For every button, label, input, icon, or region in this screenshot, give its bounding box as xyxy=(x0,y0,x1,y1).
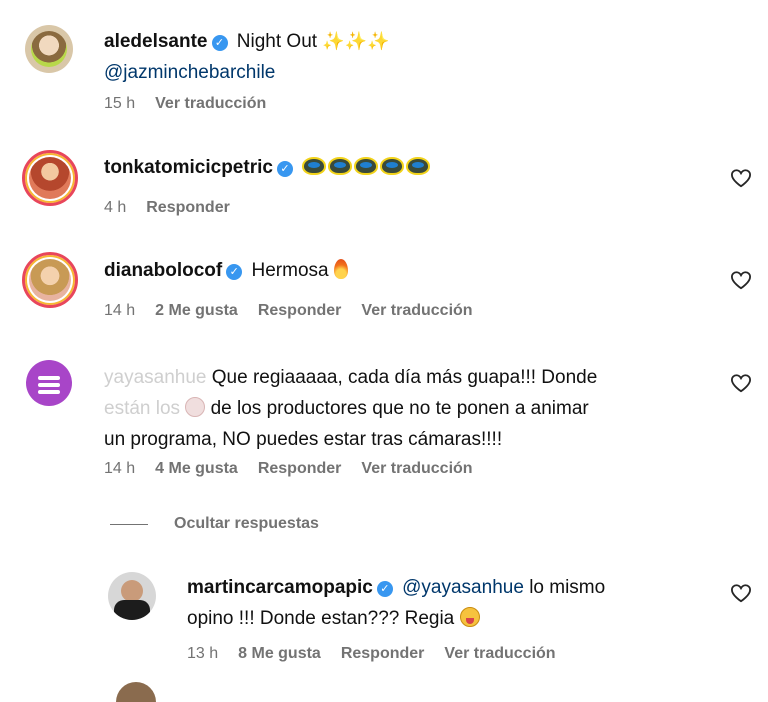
username-faded[interactable]: yayasanhue xyxy=(104,367,206,388)
comment-text-line-1: Que regiaaaaa, cada día más guapa!!! Don… xyxy=(211,367,598,388)
heart-outline-icon[interactable] xyxy=(730,373,752,393)
reply-button[interactable]: Responder xyxy=(146,199,230,217)
comment-text: Hermosa xyxy=(251,260,329,281)
mention-link[interactable]: @yayasanhue xyxy=(402,577,524,598)
username[interactable]: dianabolocof xyxy=(104,260,222,281)
see-translation-button[interactable]: Ver traducción xyxy=(361,460,472,478)
timestamp[interactable]: 15 h xyxy=(104,95,135,113)
comment-text-line-2: de los productores que no te ponen a ani… xyxy=(210,398,589,419)
avatar[interactable] xyxy=(22,150,78,206)
comment-meta: 14 h 4 Me gusta Responder Ver traducción xyxy=(104,460,473,478)
hide-replies-label[interactable]: Ocultar respuestas xyxy=(174,515,319,533)
see-translation-button[interactable]: Ver traducción xyxy=(444,645,555,663)
verified-badge-icon: ✓ xyxy=(276,161,293,177)
reply-text-line-1: lo mismo xyxy=(529,577,606,598)
reply-button[interactable]: Responder xyxy=(258,302,342,320)
verified-badge-icon: ✓ xyxy=(226,264,243,280)
comment-text: Night Out xyxy=(236,31,318,52)
tongue-emoji-icon xyxy=(459,607,480,627)
reply-button[interactable]: Responder xyxy=(258,460,342,478)
comment-meta: 15 h Ver traducción xyxy=(104,95,266,113)
heart-outline-icon[interactable] xyxy=(730,168,752,188)
likes-count[interactable]: 2 Me gusta xyxy=(155,302,238,320)
reply-text-line-2: opino !!! Donde estan??? Regia xyxy=(187,608,455,629)
username[interactable]: aledelsante xyxy=(104,31,208,52)
timestamp[interactable]: 13 h xyxy=(187,645,218,663)
next-avatar-partial xyxy=(116,682,156,702)
divider-line xyxy=(110,523,148,525)
see-translation-button[interactable]: Ver traducción xyxy=(361,302,472,320)
comment-meta: 13 h 8 Me gusta Responder Ver traducción xyxy=(187,645,556,663)
faded-emoji-icon xyxy=(185,397,206,417)
likes-count[interactable]: 4 Me gusta xyxy=(155,460,238,478)
avatar[interactable] xyxy=(22,252,78,308)
emoji-group-icon xyxy=(302,157,432,178)
heart-outline-icon[interactable] xyxy=(730,583,752,603)
timestamp[interactable]: 4 h xyxy=(104,199,126,217)
comment-text-faded: están los xyxy=(104,398,181,419)
verified-badge-icon: ✓ xyxy=(211,35,228,51)
verified-badge-icon: ✓ xyxy=(376,581,393,597)
timestamp[interactable]: 14 h xyxy=(104,460,135,478)
avatar[interactable] xyxy=(25,25,73,73)
likes-count[interactable]: 8 Me gusta xyxy=(238,645,321,663)
comment-meta: 14 h 2 Me gusta Responder Ver traducción xyxy=(104,302,473,320)
reply-button[interactable]: Responder xyxy=(341,645,425,663)
avatar[interactable] xyxy=(108,572,156,620)
username[interactable]: tonkatomicicpetric xyxy=(104,157,273,178)
timestamp[interactable]: 14 h xyxy=(104,302,135,320)
comment-meta: 4 h Responder xyxy=(104,199,230,217)
mention-link[interactable]: @jazminchebarchile xyxy=(104,62,275,83)
comment-text-line-3: un programa, NO puedes estar tras cámara… xyxy=(104,429,503,450)
username[interactable]: martincarcamopapic xyxy=(187,577,373,598)
avatar[interactable] xyxy=(26,360,72,406)
heart-outline-icon[interactable] xyxy=(730,270,752,290)
sparkle-emoji-icon: ✨✨✨ xyxy=(322,31,390,51)
see-translation-button[interactable]: Ver traducción xyxy=(155,95,266,113)
fire-emoji-icon xyxy=(333,259,348,279)
hide-replies-button[interactable]: Ocultar respuestas xyxy=(110,515,319,533)
